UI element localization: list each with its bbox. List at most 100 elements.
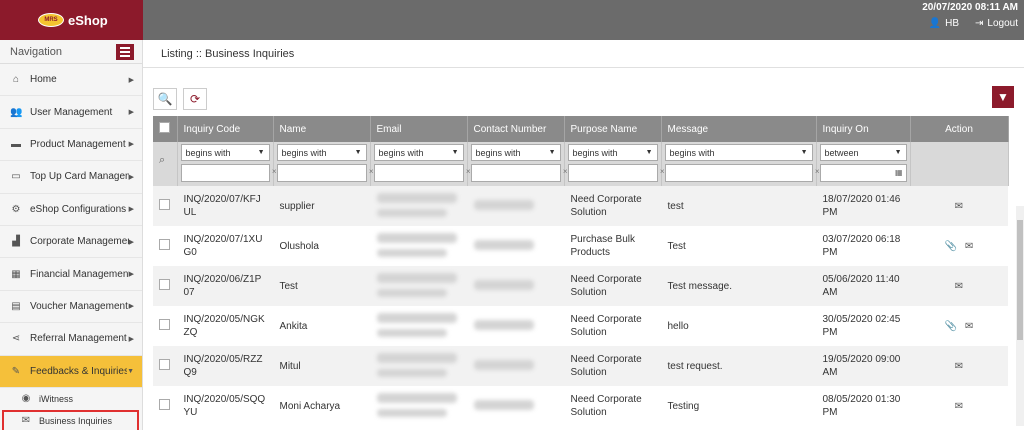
envelope-icon[interactable]: ✉ bbox=[955, 281, 963, 292]
inquiry-contact-redacted bbox=[467, 386, 564, 426]
sidebar-item-user-management[interactable]: 👥 User Management ▶ bbox=[0, 96, 142, 129]
vertical-scrollbar[interactable] bbox=[1016, 206, 1024, 426]
filter-operator-select[interactable]: begins with ▼ bbox=[664, 144, 813, 161]
row-checkbox[interactable] bbox=[159, 399, 170, 410]
brand[interactable]: MRS eShop bbox=[0, 0, 143, 40]
row-checkbox[interactable] bbox=[159, 279, 170, 290]
sidebar-item-eshop-configurations[interactable]: ⚙ eShop Configurations ▶ bbox=[0, 194, 142, 226]
filter-row: ⌕ begins with ▼ × begins with ▼ × begins with ▼… bbox=[153, 142, 1009, 186]
brand-logo: MRS bbox=[38, 13, 64, 27]
column-inquiry-code[interactable]: Inquiry Code bbox=[177, 116, 274, 142]
filter-cell: begins with ▼ × bbox=[661, 142, 820, 186]
filter-operator-select[interactable]: between ▼ bbox=[819, 144, 907, 161]
caret-down-icon: ▼ bbox=[127, 367, 134, 375]
table-row[interactable]: INQ/2020/05/RZZQ9 Mitul Need Corporate Sol… bbox=[153, 346, 1008, 386]
row-select-cell bbox=[153, 226, 177, 266]
column-name[interactable]: Name bbox=[273, 116, 371, 142]
select-all-checkbox[interactable] bbox=[159, 122, 170, 133]
sidebar: Navigation ⌂ Home ▶ 👥 User Management ▶ ▬ Produ… bbox=[0, 40, 143, 430]
gear-icon: ⚙ bbox=[11, 203, 21, 215]
sidebar-item-product-management[interactable]: ▬ Product Management ▶ bbox=[0, 129, 142, 162]
logout-icon: ⇥ bbox=[975, 18, 984, 29]
table-row[interactable]: INQ/2020/05/SQQYU Moni Acharya Need Corpor… bbox=[153, 386, 1008, 426]
row-actions: ✉ bbox=[910, 186, 1008, 226]
row-actions: 📎 ✉ bbox=[910, 226, 1008, 266]
column-email[interactable]: Email bbox=[370, 116, 468, 142]
filter-value-input[interactable]: × bbox=[180, 164, 277, 182]
envelope-icon[interactable]: ✉ bbox=[965, 321, 973, 332]
inquiry-email-redacted bbox=[370, 226, 467, 266]
sidebar-subitem-iwitness[interactable]: ◉ iWitness bbox=[0, 388, 142, 410]
sidebar-item-label: Home bbox=[30, 74, 57, 86]
table-row[interactable]: INQ/2020/05/NGKZQ Ankita Need Corporate So… bbox=[153, 306, 1008, 346]
navigation-header: Navigation bbox=[0, 40, 142, 64]
inquiry-email-redacted bbox=[370, 346, 467, 386]
sidebar-item-referral-management[interactable]: ⋖ Referral Management ▶ bbox=[0, 323, 142, 356]
column-inquiry-on[interactable]: Inquiry On bbox=[816, 116, 911, 142]
search-button[interactable]: 🔍 bbox=[153, 88, 177, 110]
sidebar-item-top-up-card-management[interactable]: ▭ Top Up Card Management▶ bbox=[0, 161, 142, 194]
filter-cell-empty bbox=[910, 142, 1009, 186]
sidebar-item-home[interactable]: ⌂ Home ▶ bbox=[0, 64, 142, 97]
filter-operator-select[interactable]: begins with ▼ bbox=[470, 144, 561, 161]
sidebar-item-corporate-management[interactable]: ▟ Corporate Management ▶ bbox=[0, 226, 142, 259]
home-icon: ⌂ bbox=[12, 74, 20, 86]
filter-value-input[interactable]: ▦ bbox=[819, 164, 907, 182]
envelope-icon[interactable]: ✉ bbox=[955, 401, 963, 412]
row-select-cell bbox=[153, 266, 177, 306]
calendar-icon[interactable]: ▦ bbox=[895, 168, 903, 177]
row-actions: ✉ bbox=[910, 266, 1008, 306]
sidebar-item-feedbacks-inquiries[interactable]: ✎ Feedbacks & Inquiries ▼ bbox=[0, 355, 142, 388]
row-checkbox[interactable] bbox=[159, 239, 170, 250]
filter-value-input[interactable]: × bbox=[373, 164, 471, 182]
refresh-button[interactable]: ⟳ bbox=[183, 88, 207, 110]
column-message[interactable]: Message bbox=[661, 116, 817, 142]
envelope-icon[interactable]: ✉ bbox=[955, 201, 963, 212]
row-checkbox[interactable] bbox=[159, 199, 170, 210]
inquiry-date: 05/06/2020 11:40 AM bbox=[816, 266, 910, 306]
envelope-icon[interactable]: ✉ bbox=[965, 241, 973, 252]
paperclip-icon[interactable]: 📎 bbox=[945, 321, 957, 332]
select-all-header[interactable] bbox=[153, 116, 178, 142]
filter-value-input[interactable]: × bbox=[664, 164, 820, 182]
filter-value-input[interactable]: × bbox=[567, 164, 665, 182]
inquiry-date: 03/07/2020 06:18 PM bbox=[822, 234, 901, 258]
table-row[interactable]: INQ/2020/07/1XUG0 Olushola Purchase Bulk P… bbox=[153, 226, 1008, 266]
chevron-down-icon: ▼ bbox=[548, 149, 556, 156]
filter-operator-select[interactable]: begins with ▼ bbox=[276, 144, 367, 161]
user-menu[interactable]: 👤 HB bbox=[929, 18, 959, 29]
row-checkbox[interactable] bbox=[159, 319, 170, 330]
filter-button[interactable]: ▼ bbox=[992, 86, 1014, 108]
caret-right-icon: ▶ bbox=[128, 173, 134, 181]
brand-name: eShop bbox=[68, 12, 108, 28]
search-icon: 🔍 bbox=[157, 92, 173, 106]
sidebar-item-label: Product Management bbox=[30, 138, 126, 150]
chevron-down-icon: ▼ bbox=[354, 149, 362, 156]
sidebar-item-voucher-management[interactable]: ▤ Voucher Management ▶ bbox=[0, 291, 142, 324]
inquiry-email-redacted bbox=[370, 266, 467, 306]
filter-value-input[interactable]: × bbox=[276, 164, 374, 182]
inquiry-email-redacted bbox=[370, 186, 467, 226]
logout-button[interactable]: ⇥ Logout bbox=[975, 18, 1018, 29]
sidebar-item-financial-management[interactable]: ▦ Financial Management ▶ bbox=[0, 258, 142, 291]
filter-operator-select[interactable]: begins with ▼ bbox=[567, 144, 658, 161]
envelope-icon[interactable]: ✉ bbox=[955, 361, 963, 372]
hamburger-menu-icon[interactable] bbox=[116, 43, 134, 60]
row-checkbox[interactable] bbox=[159, 359, 170, 370]
table-row[interactable]: INQ/2020/06/Z1P07 Test Need Corporate Solu… bbox=[153, 266, 1008, 306]
filter-operator-select[interactable]: begins with ▼ bbox=[180, 144, 270, 161]
inquiry-code: INQ/2020/07/1XUG0 bbox=[183, 234, 263, 258]
sidebar-subitem-business-inquiries[interactable]: ✉ Business Inquiries bbox=[2, 409, 139, 430]
funnel-icon: ▼ bbox=[997, 90, 1009, 104]
table-row[interactable]: INQ/2020/07/KFJUL supplier Need Corporate … bbox=[153, 186, 1008, 226]
row-select-cell bbox=[153, 346, 177, 386]
column-contact-number[interactable]: Contact Number bbox=[467, 116, 565, 142]
sidebar-item-label: Referral Management bbox=[30, 333, 127, 345]
filter-value-input[interactable]: × bbox=[470, 164, 568, 182]
user-icon: 👤 bbox=[928, 18, 942, 29]
inquiry-contact-redacted bbox=[467, 266, 564, 306]
filter-operator-select[interactable]: begins with ▼ bbox=[373, 144, 464, 161]
paperclip-icon[interactable]: 📎 bbox=[945, 241, 957, 252]
sidebar-item-label: User Management bbox=[30, 106, 113, 118]
column-purpose-name[interactable]: Purpose Name bbox=[564, 116, 662, 142]
